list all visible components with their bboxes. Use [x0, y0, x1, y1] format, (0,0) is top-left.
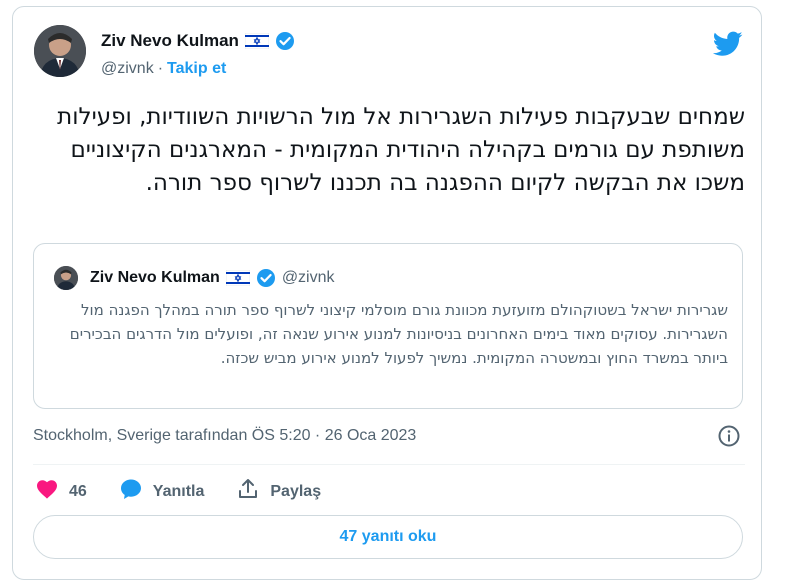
divider [33, 464, 745, 465]
tweet-text: שמחים שבעקבות פעילות השגרירות אל מול הרש… [57, 104, 745, 196]
reply-label: Yanıtla [152, 482, 205, 500]
verified-badge-icon [256, 268, 276, 288]
author-name[interactable]: Ziv Nevo Kulman [101, 31, 239, 51]
verified-badge-icon [275, 31, 295, 51]
quoted-tweet-text: שגרירות ישראל בשטוקהולם מזועזעת מכוונת ג… [69, 301, 728, 367]
heart-icon[interactable] [35, 477, 59, 506]
author-handle[interactable]: @zivnk [101, 60, 154, 78]
reply-bubble-icon[interactable] [119, 477, 143, 506]
author-name-row: Ziv Nevo Kulman [101, 31, 295, 51]
likes-count: 46 [69, 482, 87, 500]
quoted-author-row: Ziv Nevo Kulman @zivnk [90, 268, 335, 288]
tweet-card: Ziv Nevo Kulman @zivnk · Takip et שמחים [12, 6, 762, 580]
share-action[interactable]: Paylaş [236, 477, 321, 506]
quoted-author-avatar [54, 266, 78, 290]
handle-separator: · [157, 60, 164, 77]
read-replies-button[interactable]: 47 yanıtı oku [33, 515, 743, 559]
israel-flag-icon [225, 269, 251, 287]
share-label: Paylaş [270, 482, 322, 500]
author-handle-row: @zivnk · Takip et [101, 60, 226, 78]
quoted-tweet[interactable]: Ziv Nevo Kulman @zivnk שגרירות ישראל בשט… [33, 243, 743, 409]
author-avatar[interactable] [34, 25, 86, 77]
follow-button[interactable]: Takip et [167, 60, 226, 78]
tweet-actions: 46 Yanıtla Paylaş [35, 477, 353, 506]
share-icon[interactable] [236, 477, 260, 506]
quoted-author-name: Ziv Nevo Kulman [90, 269, 220, 286]
info-icon[interactable] [717, 424, 741, 448]
like-action[interactable]: 46 [35, 477, 87, 506]
israel-flag-icon [244, 32, 270, 50]
reply-action[interactable]: Yanıtla [119, 477, 205, 506]
quoted-author-handle: @zivnk [281, 269, 335, 286]
twitter-bird-icon[interactable] [712, 31, 743, 57]
tweet-timestamp-location[interactable]: Stockholm, Sverige tarafından ÖS 5:20 · … [33, 427, 416, 445]
